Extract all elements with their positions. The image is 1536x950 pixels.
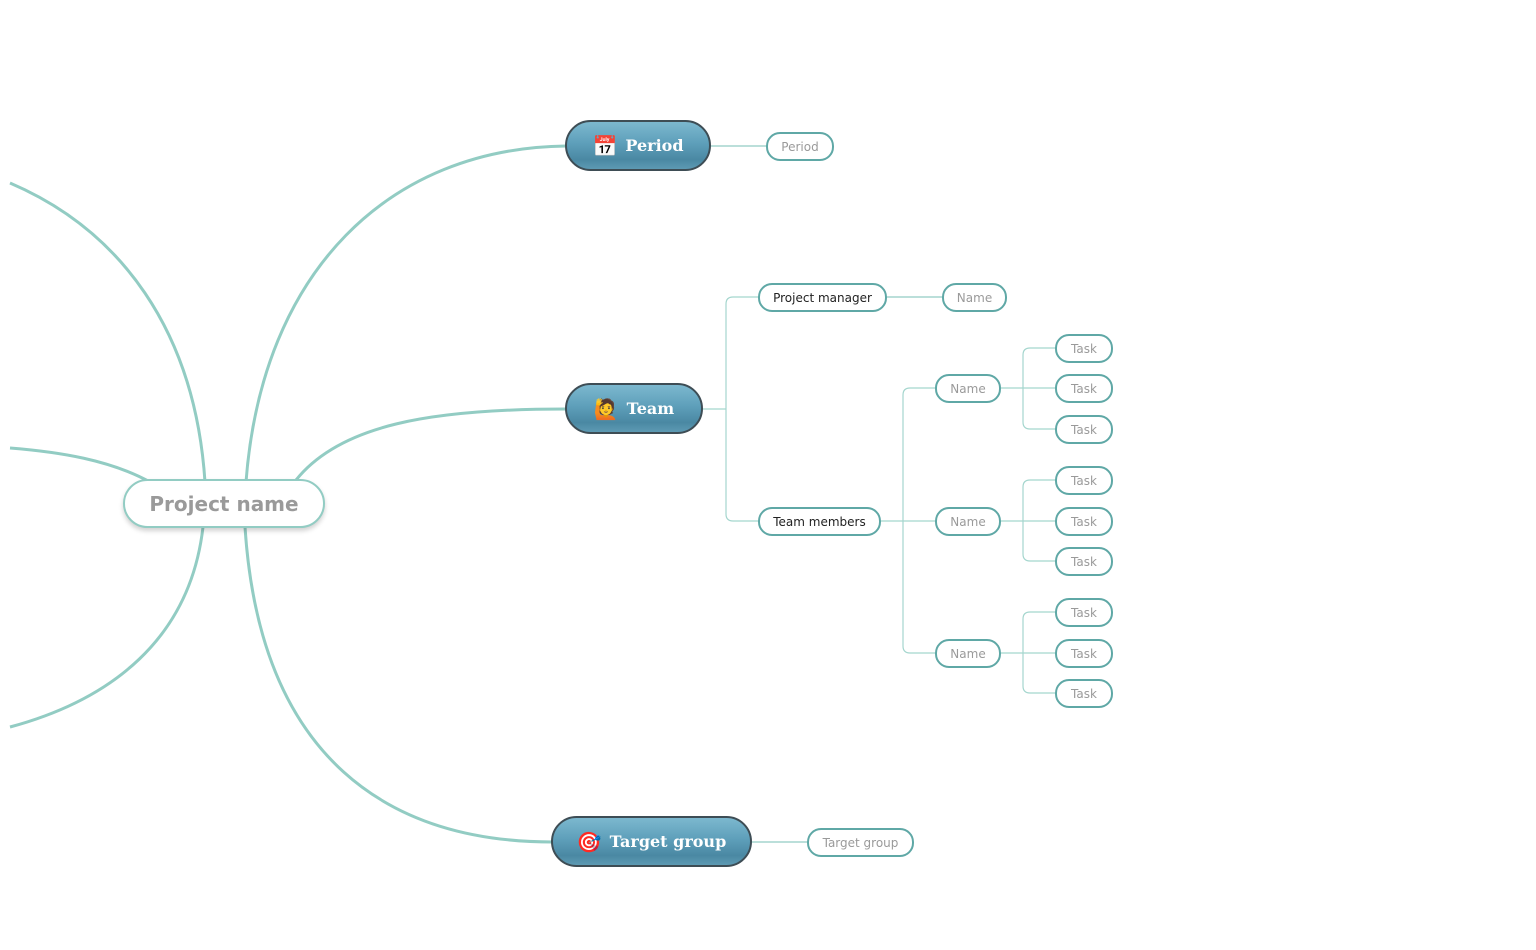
- connector-left-lower: [9, 526, 205, 729]
- task-node[interactable]: Task: [1055, 415, 1113, 444]
- task-node[interactable]: Task: [1055, 598, 1113, 627]
- task-node[interactable]: Task: [1055, 466, 1113, 495]
- task-label: Task: [1071, 686, 1097, 701]
- task-label: Task: [1071, 341, 1097, 356]
- subtopic-project-manager[interactable]: Project manager: [758, 283, 887, 312]
- subtopic-label: Target group: [822, 835, 899, 850]
- connector-tasks-3: [1000, 611, 1056, 694]
- connector-left-middle: [9, 446, 151, 484]
- connector-period: [244, 144, 567, 483]
- topic-team[interactable]: 🙋 Team: [565, 383, 703, 434]
- topic-target-group-label: Target group: [609, 832, 727, 851]
- connector-tasks-2: [1000, 479, 1056, 562]
- connector-team: [294, 407, 567, 481]
- connector-target-group: [243, 526, 554, 844]
- task-label: Task: [1071, 554, 1097, 569]
- task-label: Task: [1071, 646, 1097, 661]
- subtopic-label: Team members: [773, 514, 866, 529]
- task-node[interactable]: Task: [1055, 334, 1113, 363]
- task-label: Task: [1071, 381, 1097, 396]
- member-name[interactable]: Name: [935, 507, 1001, 536]
- topic-target-group[interactable]: 🎯 Target group: [551, 816, 752, 867]
- target-icon: 🎯: [576, 829, 602, 854]
- subtopic-target-group[interactable]: Target group: [807, 828, 914, 857]
- task-label: Task: [1071, 473, 1097, 488]
- member-name[interactable]: Name: [935, 639, 1001, 668]
- subtopic-label: Name: [950, 381, 986, 396]
- task-node[interactable]: Task: [1055, 507, 1113, 536]
- subtopic-label: Project manager: [773, 290, 872, 305]
- task-label: Task: [1071, 514, 1097, 529]
- task-node[interactable]: Task: [1055, 374, 1113, 403]
- subtopic-label: Period: [781, 139, 819, 154]
- task-label: Task: [1071, 605, 1097, 620]
- topic-team-label: Team: [626, 399, 675, 418]
- central-topic[interactable]: Project name: [123, 479, 325, 528]
- member-name[interactable]: Name: [935, 374, 1001, 403]
- central-topic-label: Project name: [149, 491, 299, 516]
- subtopic-label: Name: [950, 646, 986, 661]
- task-label: Task: [1071, 422, 1097, 437]
- task-node[interactable]: Task: [1055, 679, 1113, 708]
- connector-tasks-1: [1000, 347, 1056, 430]
- topic-period[interactable]: 📅 Period: [565, 120, 711, 171]
- person-raising-hand-icon: 🙋: [593, 396, 619, 421]
- subtopic-label: Name: [950, 514, 986, 529]
- task-node[interactable]: Task: [1055, 547, 1113, 576]
- task-node[interactable]: Task: [1055, 639, 1113, 668]
- connector-left-upper: [9, 181, 207, 483]
- subtopic-team-members[interactable]: Team members: [758, 507, 881, 536]
- connector-members-tree: [880, 387, 936, 654]
- connector-team-tree: [702, 296, 759, 522]
- subtopic-label: Name: [956, 290, 993, 305]
- subtopic-pm-name[interactable]: Name: [942, 283, 1007, 312]
- subtopic-period[interactable]: Period: [766, 132, 834, 161]
- calendar-icon: 📅: [592, 133, 618, 158]
- topic-period-label: Period: [625, 136, 684, 155]
